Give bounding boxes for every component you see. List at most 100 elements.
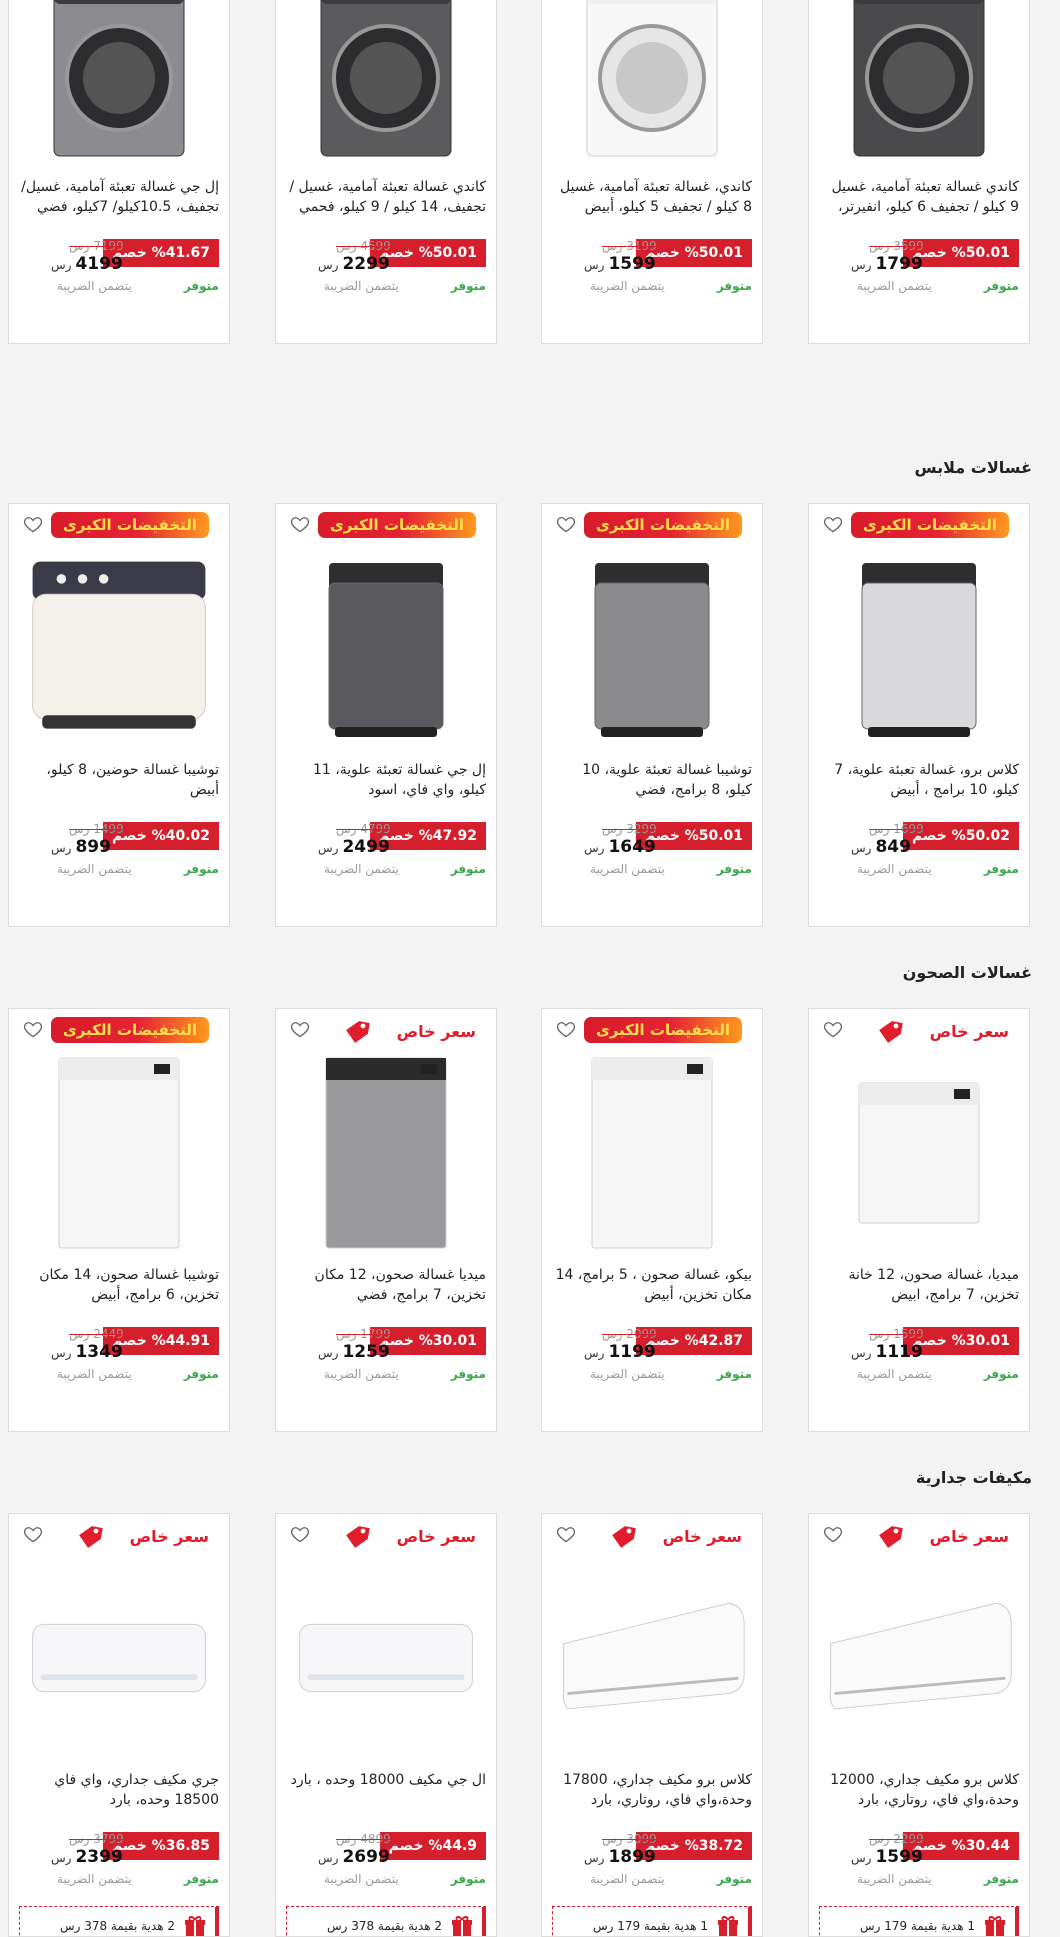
- old-price: 1699 رس: [869, 822, 924, 836]
- product-image[interactable]: [23, 1558, 215, 1758]
- product-image[interactable]: [823, 0, 1015, 165]
- product-card[interactable]: سعر خاص ميديا غسالة صحون، 12 مكان تخزين،…: [275, 1008, 497, 1432]
- product-card[interactable]: التخفيضات الكبرى كاندي غسالة تعبئة آمامي…: [808, 0, 1030, 344]
- tax-note: يتضمن الضريبة: [857, 279, 932, 293]
- gift-offer[interactable]: 1 هدية بقيمة 179 رس: [552, 1906, 752, 1936]
- product-image[interactable]: [556, 1558, 748, 1758]
- product-card[interactable]: سعر خاص إل جي غسالة تعبئة آمامية، غسيل/ …: [8, 0, 230, 344]
- product-card[interactable]: سعر خاص ميديا، غسالة صحون، 12 خانة تخزين…: [808, 1008, 1030, 1432]
- wishlist-heart-icon[interactable]: [823, 1019, 843, 1039]
- product-card[interactable]: التخفيضات الكبرى كلاس برو، غسالة تعبئة ع…: [808, 503, 1030, 927]
- wishlist-heart-icon[interactable]: [23, 1524, 43, 1544]
- product-image[interactable]: [290, 548, 482, 748]
- gift-offer[interactable]: 2 هدية بقيمة 378 رس: [19, 1906, 219, 1936]
- current-price: 1649 رس: [584, 837, 656, 857]
- product-image[interactable]: [556, 0, 748, 165]
- product-name[interactable]: توشيبا غسالة صحون، 14 مكان تخزين، 6 برام…: [19, 1265, 219, 1307]
- product-card[interactable]: التخفيضات الكبرى كاندي غسالة تعبئة آمامي…: [275, 0, 497, 344]
- gift-offer[interactable]: 1 هدية بقيمة 179 رس: [819, 1906, 1019, 1936]
- product-image[interactable]: [556, 1053, 748, 1253]
- product-card[interactable]: التخفيضات الكبرى توشيبا غسالة حوضين، 8 ك…: [8, 503, 230, 927]
- wishlist-heart-icon[interactable]: [823, 514, 843, 534]
- product-name[interactable]: توشيبا غسالة تعبئة علوية، 10 كيلو، 8 برا…: [552, 760, 752, 802]
- product-name[interactable]: كاندي غسالة تعبئة آمامية، غسيل / تجفيف، …: [286, 177, 486, 219]
- product-image[interactable]: [823, 548, 1015, 748]
- product-card[interactable]: التخفيضات الكبرى توشيبا غسالة تعبئة علوي…: [541, 503, 763, 927]
- product-name[interactable]: بيكو، غسالة صحون ، 5 برامج، 14 مكان تخزي…: [552, 1265, 752, 1307]
- wishlist-heart-icon[interactable]: [823, 1524, 843, 1544]
- product-name[interactable]: جري مكيف جداري، واي فاي 18500 وحده، بارد: [19, 1770, 219, 1812]
- product-card[interactable]: سعر خاص جري مكيف جداري، واي فاي 18500 وح…: [8, 1513, 230, 1937]
- product-image[interactable]: [23, 548, 215, 748]
- wishlist-heart-icon[interactable]: [23, 514, 43, 534]
- discount-percent: %36.85: [151, 1838, 210, 1854]
- current-price-value: 1349: [75, 1342, 123, 1362]
- tax-note: يتضمن الضريبة: [57, 1367, 132, 1381]
- currency-label: رس: [851, 841, 872, 855]
- product-card[interactable]: التخفيضات الكبرى إل جي غسالة تعبئة علوية…: [275, 503, 497, 927]
- product-image[interactable]: [823, 1558, 1015, 1758]
- mega-sale-badge: التخفيضات الكبرى: [850, 512, 1009, 538]
- special-price-badge: سعر خاص: [345, 1017, 476, 1045]
- product-image[interactable]: [23, 0, 215, 165]
- mega-sale-badge: التخفيضات الكبرى: [50, 512, 209, 538]
- wishlist-heart-icon[interactable]: [556, 514, 576, 534]
- special-price-badge: سعر خاص: [611, 1522, 742, 1550]
- current-price: 1199 رس: [584, 1342, 656, 1362]
- product-card[interactable]: سعر خاص كاندي، غسالة تعبئة آمامية، غسيل …: [541, 0, 763, 344]
- product-image[interactable]: [823, 1053, 1015, 1253]
- product-card[interactable]: سعر خاص كلاس برو مكيف جداري، 12000 وحدة،…: [808, 1513, 1030, 1937]
- currency-label: رس: [584, 258, 605, 272]
- currency-label: رس: [51, 841, 72, 855]
- current-price-value: 899: [75, 837, 111, 857]
- wishlist-heart-icon[interactable]: [290, 514, 310, 534]
- stock-status: متوفر: [183, 862, 219, 876]
- product-card[interactable]: التخفيضات الكبرى توشيبا غسالة صحون، 14 م…: [8, 1008, 230, 1432]
- mega-sale-badge: التخفيضات الكبرى: [583, 1017, 742, 1043]
- product-card[interactable]: سعر خاص ال جي مكيف 18000 وحده ، بارد %44…: [275, 1513, 497, 1937]
- wishlist-heart-icon[interactable]: [556, 1019, 576, 1039]
- product-name[interactable]: إل جي غسالة تعبئة آمامية، غسيل/ تجفيف، 1…: [19, 177, 219, 219]
- product-name[interactable]: ميديا، غسالة صحون، 12 خانة تخزين، 7 برام…: [819, 1265, 1019, 1307]
- tax-note: يتضمن الضريبة: [590, 279, 665, 293]
- product-image[interactable]: [290, 0, 482, 165]
- product-name[interactable]: إل جي غسالة تعبئة علوية، 11 كيلو، واي فا…: [286, 760, 486, 802]
- product-name[interactable]: كلاس برو مكيف جداري، 17800 وحدة،واي فاي،…: [552, 1770, 752, 1812]
- product-image[interactable]: [556, 548, 748, 748]
- discount-percent: %42.87: [684, 1333, 743, 1349]
- old-price: 4799 رس: [336, 822, 391, 836]
- product-card[interactable]: التخفيضات الكبرى بيكو، غسالة صحون ، 5 بر…: [541, 1008, 763, 1432]
- gift-offer[interactable]: 2 هدية بقيمة 378 رس: [286, 1906, 486, 1936]
- wishlist-heart-icon[interactable]: [290, 1524, 310, 1544]
- special-price-badge: سعر خاص: [878, 1522, 1009, 1550]
- wishlist-heart-icon[interactable]: [290, 1019, 310, 1039]
- price-tag-icon: [878, 1018, 904, 1044]
- wishlist-heart-icon[interactable]: [556, 1524, 576, 1544]
- product-name[interactable]: توشيبا غسالة حوضين، 8 كيلو، أبيض: [19, 760, 219, 802]
- product-image[interactable]: [290, 1558, 482, 1758]
- stock-status: متوفر: [983, 1367, 1019, 1381]
- current-price-value: 2399: [75, 1847, 123, 1867]
- product-image[interactable]: [23, 1053, 215, 1253]
- product-name[interactable]: ال جي مكيف 18000 وحده ، بارد: [286, 1770, 486, 1812]
- discount-percent: %50.01: [684, 245, 743, 261]
- stock-status: متوفر: [716, 1367, 752, 1381]
- old-price: 2449 رس: [69, 1327, 124, 1341]
- discount-percent: %41.67: [151, 245, 210, 261]
- product-image[interactable]: [290, 1053, 482, 1253]
- tax-note: يتضمن الضريبة: [324, 862, 399, 876]
- product-name[interactable]: كلاس برو مكيف جداري، 12000 وحدة،واي فاي،…: [819, 1770, 1019, 1812]
- product-name[interactable]: ميديا غسالة صحون، 12 مكان تخزين، 7 برامج…: [286, 1265, 486, 1307]
- product-name[interactable]: كاندي، غسالة تعبئة آمامية، غسيل 8 كيلو /…: [552, 177, 752, 219]
- tax-note: يتضمن الضريبة: [590, 1367, 665, 1381]
- product-name[interactable]: كاندي غسالة تعبئة آمامية، غسيل 9 كيلو / …: [819, 177, 1019, 219]
- old-price: 3799 رس: [69, 1832, 124, 1846]
- product-card[interactable]: سعر خاص كلاس برو مكيف جداري، 17800 وحدة،…: [541, 1513, 763, 1937]
- wishlist-heart-icon[interactable]: [23, 1019, 43, 1039]
- stock-status: متوفر: [183, 279, 219, 293]
- tax-note: يتضمن الضريبة: [57, 279, 132, 293]
- currency-label: رس: [318, 1346, 339, 1360]
- discount-label: خصم: [388, 1838, 424, 1854]
- currency-label: رس: [51, 1851, 72, 1865]
- product-name[interactable]: كلاس برو، غسالة تعبئة علوية، 7 كيلو، 10 …: [819, 760, 1019, 802]
